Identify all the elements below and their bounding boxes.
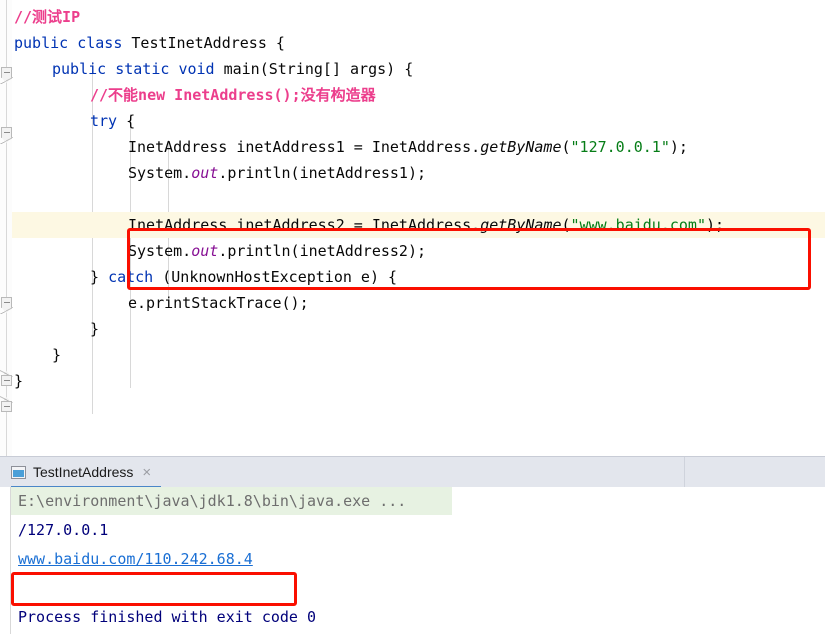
code-token: .println(inetAddress1);	[218, 164, 427, 182]
console-output[interactable]: E:\environment\java\jdk1.8\bin\java.exe …	[0, 487, 825, 634]
console-line: /127.0.0.1	[18, 521, 109, 539]
tab-bar-divider	[684, 457, 685, 488]
code-token: System.	[128, 164, 192, 182]
code-token: main(String[] args) {	[214, 60, 414, 78]
code-line[interactable]: //不能new InetAddress();没有构造器	[90, 82, 376, 108]
code-line[interactable]: try {	[90, 108, 135, 134]
code-token: (	[561, 138, 571, 156]
code-token: }	[90, 320, 100, 338]
code-token: //测试IP	[14, 8, 81, 26]
code-token: public	[14, 34, 69, 52]
code-token: System.	[128, 242, 192, 260]
code-line[interactable]: } catch (UnknownHostException e) {	[90, 264, 397, 290]
code-line[interactable]: System.out.println(inetAddress1);	[128, 160, 426, 186]
code-token: "127.0.0.1"	[570, 138, 670, 156]
console-line: E:\environment\java\jdk1.8\bin\java.exe …	[18, 492, 407, 510]
code-token: }	[52, 346, 62, 364]
fold-region-end-icon[interactable]	[0, 370, 13, 390]
code-token: }	[14, 372, 24, 390]
code-token: void	[178, 60, 215, 78]
code-token: InetAddress inetAddress1 = InetAddress.	[128, 138, 481, 156]
code-token: e.printStackTrace();	[128, 294, 309, 312]
code-token: {	[117, 112, 136, 130]
console-hyperlink[interactable]: www.baidu.com/110.242.68.4	[18, 545, 253, 573]
code-token: getByName	[480, 216, 562, 234]
code-token: .println(inetAddress2);	[218, 242, 427, 260]
tab-label: TestInetAddress	[33, 464, 134, 480]
code-token: InetAddress inetAddress2 = InetAddress.	[128, 216, 481, 234]
code-token: getByName	[480, 138, 562, 156]
code-line[interactable]: e.printStackTrace();	[128, 290, 309, 316]
code-token: catch	[108, 268, 154, 286]
code-line[interactable]: }	[14, 368, 23, 394]
tab-test-inet-address[interactable]: TestInetAddress ×	[11, 457, 161, 489]
code-token: //不能new InetAddress();没有构造器	[90, 86, 376, 104]
code-token: }	[90, 268, 109, 286]
code-line[interactable]: public static void main(String[] args) {	[52, 56, 413, 82]
fold-collapse-icon[interactable]	[0, 297, 13, 314]
code-token: (UnknownHostException e) {	[153, 268, 398, 286]
code-token: );	[705, 216, 725, 234]
close-icon[interactable]: ×	[142, 457, 151, 488]
code-line[interactable]: }	[52, 342, 61, 368]
code-line[interactable]: InetAddress inetAddress1 = InetAddress.g…	[128, 134, 688, 160]
code-line[interactable]: //测试IP	[14, 4, 80, 30]
fold-collapse-icon[interactable]	[0, 67, 13, 84]
code-token: TestInetAddress {	[122, 34, 285, 52]
code-token: "www.baidu.com"	[570, 216, 706, 234]
code-token: try	[90, 112, 118, 130]
code-token: public	[52, 60, 107, 78]
console-line: Process finished with exit code 0	[18, 608, 317, 626]
run-tab-bar[interactable]: TestInetAddress ×	[0, 456, 825, 489]
code-token: out	[191, 164, 219, 182]
code-line[interactable]: System.out.println(inetAddress2);	[128, 238, 426, 264]
code-token: (	[561, 216, 571, 234]
fold-collapse-icon[interactable]	[0, 127, 13, 144]
run-tool-window[interactable]: TestInetAddress × E:\environment\java\jd…	[0, 456, 825, 634]
code-token: out	[191, 242, 219, 260]
code-token: static	[115, 60, 170, 78]
code-token: );	[669, 138, 688, 156]
console-annotation-rectangle	[11, 572, 297, 606]
code-token: class	[77, 34, 123, 52]
code-line[interactable]: InetAddress inetAddress2 = InetAddress.g…	[128, 212, 724, 238]
console-icon	[11, 466, 26, 479]
fold-region-end-icon[interactable]	[0, 396, 13, 416]
code-line[interactable]: }	[90, 316, 99, 342]
code-line[interactable]: public class TestInetAddress {	[14, 30, 285, 56]
code-editor-pane[interactable]: //测试IP public class TestInetAddress {publ…	[0, 0, 825, 456]
